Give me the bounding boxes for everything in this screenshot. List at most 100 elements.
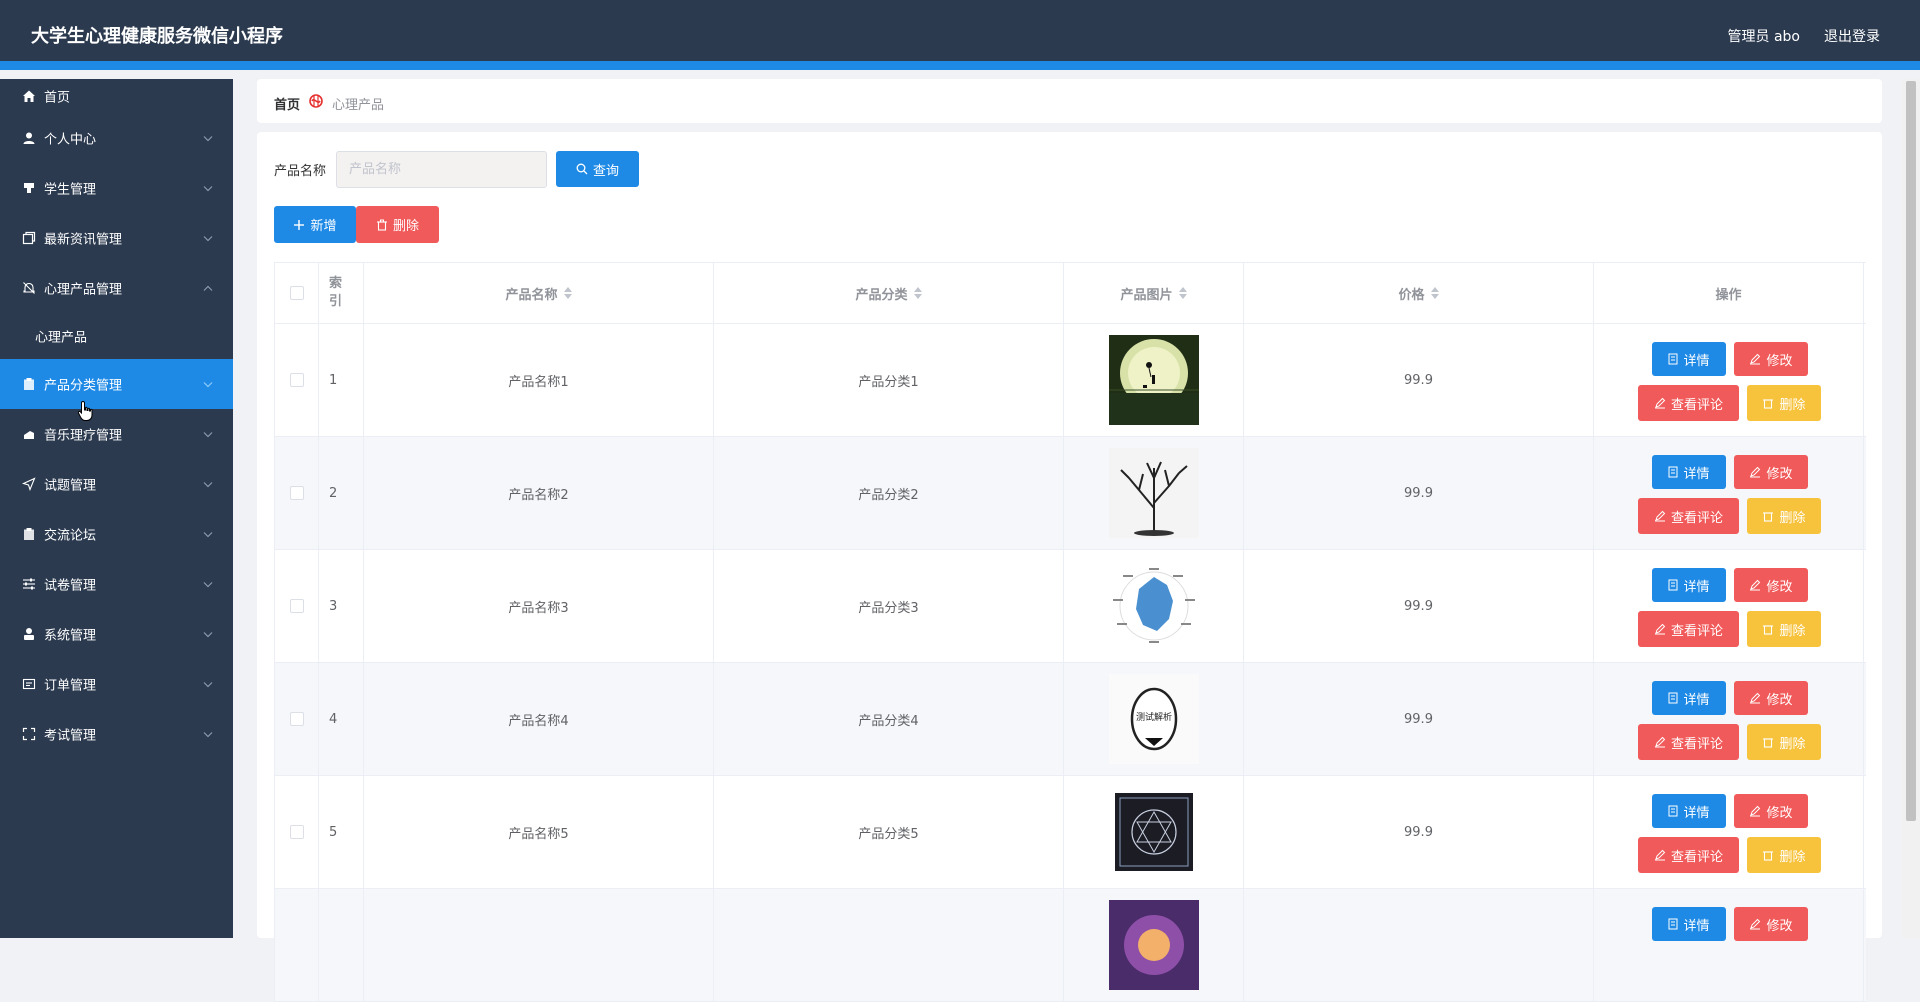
order-icon [22,677,36,691]
row-category: 产品分类2 [714,437,1064,549]
detail-button[interactable]: 详情 [1652,681,1726,715]
sidebar-item-system-management[interactable]: 系统管理 [0,609,233,659]
delete-button[interactable]: 删除 [1747,385,1821,421]
trash-icon [1763,851,1774,861]
view-comments-button[interactable]: 查看评论 [1638,837,1739,873]
edit-button[interactable]: 修改 [1734,907,1808,941]
sidebar-item-label: 考试管理 [44,728,97,744]
row-price: 99.9 [1244,437,1594,549]
header-name[interactable]: 产品名称 [364,263,714,323]
delete-button[interactable]: 删除 [1747,611,1821,647]
row-name: 产品名称2 [364,437,714,549]
delete-button[interactable]: 删除 [1747,837,1821,873]
header-image-label: 产品图片 [1120,287,1173,303]
detail-button-label: 详情 [1683,466,1710,482]
sidebar-item-label: 首页 [44,90,71,106]
detail-button[interactable]: 详情 [1652,568,1726,602]
row-checkbox[interactable] [289,486,304,500]
sort-icon[interactable] [1430,287,1439,299]
header-image[interactable]: 产品图片 [1064,263,1244,323]
sidebar-item-forum[interactable]: 交流论坛 [0,509,233,559]
product-image-moon-silhouette[interactable] [1108,335,1199,425]
sidebar-item-news-management[interactable]: 最新资讯管理 [0,213,233,263]
row-image-cell [1064,324,1244,436]
detail-button[interactable]: 详情 [1652,794,1726,828]
row-ops: 详情 修改 [1594,889,1864,1001]
edit-button[interactable]: 修改 [1734,794,1808,828]
edit-button-label: 修改 [1766,579,1793,595]
row-ops: 详情 修改 查看评论 删除 [1594,437,1864,549]
delete-button[interactable]: 删除 [1747,724,1821,760]
view-comments-button[interactable]: 查看评论 [1638,498,1739,534]
sidebar-item-music-therapy[interactable]: 音乐理疗管理 [0,409,233,459]
sidebar-item-home[interactable]: 首页 [0,79,233,113]
sidebar-item-product-management[interactable]: 心理产品管理 [0,263,233,313]
sidebar-item-exam-management[interactable]: 考试管理 [0,709,233,759]
sidebar-item-student-management[interactable]: 学生管理 [0,163,233,213]
chevron-down-icon [203,677,213,692]
product-image-bare-tree[interactable] [1108,448,1199,538]
view-comments-button[interactable]: 查看评论 [1638,611,1739,647]
sidebar-subitem-psych-product[interactable]: 心理产品 [0,313,233,359]
breadcrumb-home[interactable]: 首页 [274,94,300,113]
clipboard-icon [22,527,36,541]
view-comments-button[interactable]: 查看评论 [1638,724,1739,760]
detail-button[interactable]: 详情 [1652,907,1726,941]
trash-icon [1763,625,1774,635]
product-name-search-input[interactable] [336,151,547,188]
row-image-cell [1064,776,1244,888]
product-image-mandala-cloth[interactable] [1108,787,1199,877]
edit-button-label: 修改 [1766,353,1793,369]
edit-button-label: 修改 [1766,466,1793,482]
trash-icon [1763,399,1774,409]
query-button[interactable]: 查询 [556,151,639,187]
view-comments-button[interactable]: 查看评论 [1638,385,1739,421]
page-scrollbar[interactable] [1902,79,1920,938]
sort-icon[interactable] [1178,287,1187,299]
scrollbar-thumb[interactable] [1906,81,1916,821]
sort-icon[interactable] [913,287,922,299]
select-all-checkbox[interactable] [289,286,304,300]
edit-icon [1654,623,1666,635]
sidebar-item-personal-center[interactable]: 个人中心 [0,113,233,163]
sidebar-item-question-management[interactable]: 试题管理 [0,459,233,509]
logout-link[interactable]: 退出登录 [1824,26,1880,46]
edit-icon [1750,692,1761,704]
product-image-purple-mandala[interactable] [1108,900,1199,990]
product-image-test-analysis-badge[interactable]: 测试解析 [1108,674,1199,764]
row-ops: 详情 修改 查看评论 删除 [1594,324,1864,436]
product-image-radar-chart[interactable] [1108,561,1199,651]
person-icon [22,627,36,641]
sidebar-item-label: 个人中心 [44,132,97,148]
sidebar-item-order-management[interactable]: 订单管理 [0,659,233,709]
bulk-delete-button[interactable]: 删除 [356,206,439,243]
sidebar-item-exam-paper-management[interactable]: 试卷管理 [0,559,233,609]
row-checkbox[interactable] [289,599,304,613]
header-index-label: 索引 [329,276,343,309]
edit-button[interactable]: 修改 [1734,342,1808,376]
search-icon [576,163,588,175]
view-comments-button-label: 查看评论 [1670,510,1723,526]
view-comments-button-label: 查看评论 [1670,849,1723,865]
sort-icon[interactable] [563,287,572,299]
edit-button[interactable]: 修改 [1734,568,1808,602]
document-icon [1668,692,1678,704]
row-checkbox[interactable] [289,712,304,726]
header-price[interactable]: 价格 [1244,263,1594,323]
sidebar-item-label: 试卷管理 [44,578,97,594]
detail-button[interactable]: 详情 [1652,455,1726,489]
row-checkbox[interactable] [289,825,304,839]
row-checkbox[interactable] [289,373,304,387]
sidebar-item-category-management[interactable]: 产品分类管理 [0,359,233,409]
delete-button[interactable]: 删除 [1747,498,1821,534]
add-button[interactable]: 新增 [274,206,356,243]
header-index: 索引 [319,263,364,323]
header-category[interactable]: 产品分类 [714,263,1064,323]
edit-button[interactable]: 修改 [1734,455,1808,489]
table-row: 5 产品名称5 产品分类5 99.9 详情 修改 查看评论 删除 [275,776,1866,889]
admin-name: 管理员 abo [1727,29,1800,45]
row-name: 产品名称5 [364,776,714,888]
view-comments-button-label: 查看评论 [1670,736,1723,752]
detail-button[interactable]: 详情 [1652,342,1726,376]
edit-button[interactable]: 修改 [1734,681,1808,715]
